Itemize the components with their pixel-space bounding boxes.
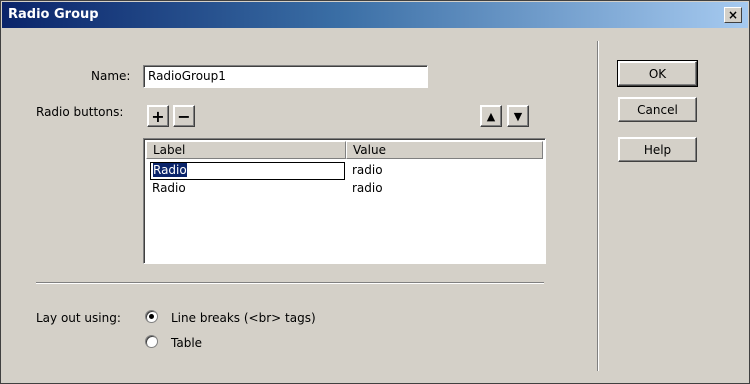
remove-radio-button[interactable]: − xyxy=(173,105,195,127)
arrow-up-icon: ▲ xyxy=(486,109,496,123)
table-cell-label: Radio xyxy=(153,163,187,177)
table-cell-label[interactable]: Radio xyxy=(152,181,186,195)
move-down-button[interactable]: ▼ xyxy=(507,105,529,127)
radio-line-breaks[interactable] xyxy=(145,310,158,323)
name-input[interactable]: RadioGroup1 xyxy=(143,65,428,88)
radio-buttons-table[interactable]: Label Value Radio radio Radio radio xyxy=(143,138,546,264)
vertical-divider xyxy=(597,41,599,371)
column-header-value[interactable]: Value xyxy=(346,141,543,159)
help-button[interactable]: Help xyxy=(618,137,697,162)
column-header-label[interactable]: Label xyxy=(146,141,346,159)
name-label: Name: xyxy=(91,69,131,83)
minus-icon: − xyxy=(177,106,191,126)
close-button[interactable]: × xyxy=(724,7,742,23)
cancel-button[interactable]: Cancel xyxy=(618,97,697,122)
table-row-label-editor[interactable]: Radio xyxy=(150,162,345,180)
close-icon: × xyxy=(727,8,739,22)
arrow-down-icon: ▼ xyxy=(513,109,523,123)
table-cell-value[interactable]: radio xyxy=(352,181,383,195)
move-up-button[interactable]: ▲ xyxy=(480,105,502,127)
title-bar[interactable]: Radio Group × xyxy=(2,2,748,28)
layout-label: Lay out using: xyxy=(36,311,121,325)
ok-button[interactable]: OK xyxy=(617,60,698,87)
line-breaks-label[interactable]: Line breaks (<br> tags) xyxy=(171,311,316,325)
dialog-title: Radio Group xyxy=(8,7,99,22)
radio-table[interactable] xyxy=(145,335,158,348)
add-radio-button[interactable]: + xyxy=(147,105,169,127)
table-cell-value[interactable]: radio xyxy=(352,163,383,177)
plus-icon: + xyxy=(151,106,165,126)
radio-group-dialog: Radio Group × Name: RadioGroup1 Radio bu… xyxy=(0,0,750,384)
divider xyxy=(36,282,544,284)
radio-buttons-label: Radio buttons: xyxy=(36,105,124,119)
table-option-label[interactable]: Table xyxy=(171,336,202,350)
